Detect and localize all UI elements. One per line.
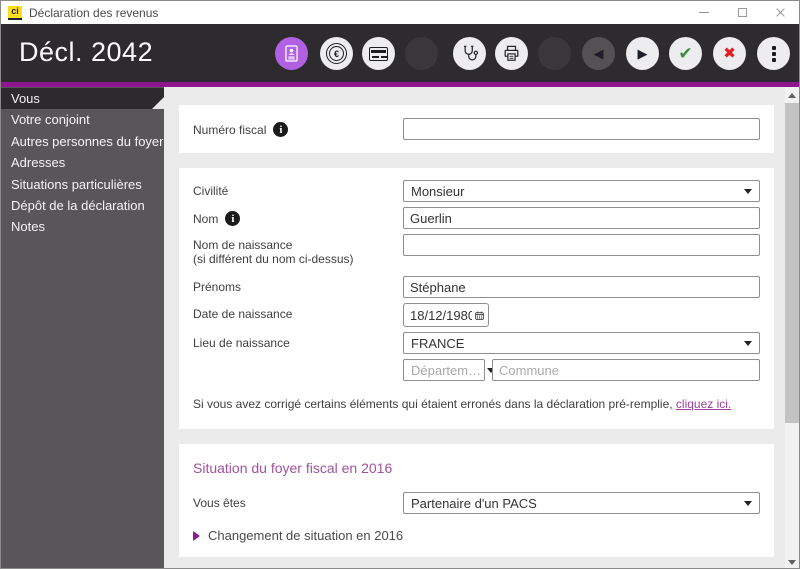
check-icon: ✔	[678, 45, 692, 62]
commune-input[interactable]	[492, 359, 760, 381]
minimize-button[interactable]	[685, 1, 723, 24]
taxpayer-profile-button[interactable]	[275, 37, 308, 70]
euro-coin-icon: €	[326, 43, 347, 64]
birth-country-select[interactable]: FRANCE	[403, 332, 760, 354]
info-icon[interactable]: i	[225, 211, 240, 226]
maximize-icon	[738, 8, 747, 17]
scroll-down-button[interactable]	[785, 554, 799, 569]
back-arrow-icon: ◀	[594, 47, 604, 60]
forward-arrow-icon: ▶	[638, 47, 648, 60]
identity-card: Civilité Monsieur Nom i	[179, 168, 774, 429]
stethoscope-icon	[460, 44, 479, 63]
birth-place-label: Lieu de naissance	[193, 336, 290, 350]
last-name-input[interactable]	[403, 207, 760, 229]
fiscal-number-label: Numéro fiscal	[193, 123, 266, 137]
back-button: ◀	[582, 37, 615, 70]
last-name-label: Nom	[193, 212, 218, 226]
household-situation-card: Situation du foyer fiscal en 2016 Vous ê…	[179, 444, 774, 557]
page-title: Décl. 2042	[19, 24, 153, 82]
chevron-down-icon	[744, 341, 752, 346]
household-heading: Situation du foyer fiscal en 2016	[193, 460, 760, 476]
sidebar-item-autres-personnes[interactable]: Autres personnes du foyer	[1, 131, 164, 152]
department-select[interactable]: Départem…	[403, 359, 485, 381]
id-card-icon	[282, 44, 301, 63]
expander-arrow-icon	[193, 531, 200, 541]
fiscal-number-input[interactable]	[403, 118, 760, 140]
app-window: ci Déclaration des revenus Décl. 2042 €	[0, 0, 800, 569]
birth-name-label: Nom de naissance	[193, 238, 292, 252]
kebab-menu-icon	[772, 46, 776, 62]
calendar-icon[interactable]	[475, 309, 484, 322]
correction-note: Si vous avez corrigé certains éléments q…	[193, 397, 760, 411]
birth-date-field	[403, 303, 489, 327]
scrollbar-thumb[interactable]	[785, 103, 799, 423]
euro-amounts-button[interactable]: €	[320, 37, 353, 70]
validate-button[interactable]: ✔	[669, 37, 702, 70]
first-names-label: Prénoms	[193, 280, 241, 294]
sidebar-item-vous[interactable]: Vous	[1, 88, 164, 109]
you-are-label: Vous êtes	[193, 496, 246, 510]
app-logo-icon: ci	[8, 6, 22, 20]
sidebar: Vous Votre conjoint Autres personnes du …	[1, 87, 164, 569]
sidebar-item-notes[interactable]: Notes	[1, 216, 164, 237]
minimize-icon	[699, 12, 709, 13]
birth-name-sublabel: (si différent du nom ci-dessus)	[193, 252, 354, 266]
window-title: Déclaration des revenus	[29, 6, 158, 20]
sidebar-item-situations-particulieres[interactable]: Situations particulières	[1, 174, 164, 195]
printer-icon	[502, 44, 521, 63]
more-menu-button[interactable]	[757, 37, 790, 70]
titlebar: ci Déclaration des revenus	[1, 1, 799, 24]
scroll-up-icon	[788, 93, 796, 98]
vertical-scrollbar	[785, 87, 799, 569]
cancel-button[interactable]: ✖	[713, 37, 746, 70]
birth-name-input[interactable]	[403, 234, 760, 256]
sidebar-item-votre-conjoint[interactable]: Votre conjoint	[1, 109, 164, 130]
maximize-button[interactable]	[723, 1, 761, 24]
forward-button[interactable]: ▶	[626, 37, 659, 70]
print-button[interactable]	[495, 37, 528, 70]
payment-card-button[interactable]	[362, 37, 395, 70]
info-icon[interactable]: i	[273, 122, 288, 137]
first-names-input[interactable]	[403, 276, 760, 298]
credit-card-icon	[369, 47, 388, 61]
close-button[interactable]	[761, 1, 799, 24]
main-content: Numéro fiscal i Civilité Monsieur	[164, 87, 785, 569]
change-of-situation-expander[interactable]: Changement de situation en 2016	[193, 528, 760, 543]
scroll-down-icon	[788, 560, 796, 565]
birth-date-label: Date de naissance	[193, 307, 292, 321]
diagnostic-button[interactable]	[453, 37, 486, 70]
civility-select[interactable]: Monsieur	[403, 180, 760, 202]
fiscal-number-card: Numéro fiscal i	[179, 105, 774, 153]
close-icon	[775, 7, 786, 18]
you-are-select[interactable]: Partenaire d'un PACS	[403, 492, 760, 514]
chevron-down-icon	[744, 501, 752, 506]
cross-icon: ✖	[723, 46, 736, 61]
toolbar-disabled-button-1	[405, 37, 438, 70]
app-header: Décl. 2042 €	[1, 24, 799, 82]
civility-label: Civilité	[193, 184, 228, 198]
correction-link[interactable]: cliquez ici.	[676, 397, 731, 411]
birth-date-input[interactable]	[410, 308, 472, 323]
scroll-up-button[interactable]	[785, 87, 799, 103]
sidebar-item-depot-declaration[interactable]: Dépôt de la déclaration	[1, 195, 164, 216]
toolbar-disabled-button-2	[538, 37, 571, 70]
chevron-down-icon	[744, 189, 752, 194]
sidebar-item-adresses[interactable]: Adresses	[1, 152, 164, 173]
